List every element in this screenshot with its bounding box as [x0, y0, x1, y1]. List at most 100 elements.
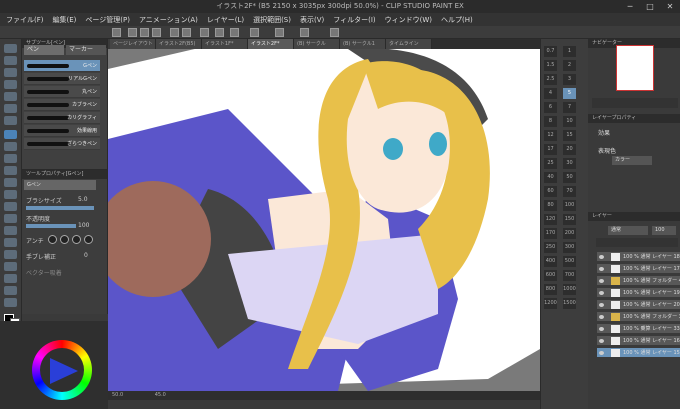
- selection-tool-icon[interactable]: [4, 92, 17, 101]
- brush-size-option[interactable]: 250: [544, 242, 557, 253]
- brush-item[interactable]: 効果線用: [24, 125, 100, 137]
- eye-icon[interactable]: [599, 291, 604, 295]
- airbrush-icon[interactable]: [4, 166, 17, 175]
- layer-row[interactable]: 100 % 通常 フォルダー 4: [597, 276, 680, 286]
- brush-size-option[interactable]: 1000: [563, 284, 576, 295]
- menu-selection[interactable]: 選択範囲(S): [253, 15, 291, 25]
- tab-illust-2f[interactable]: イラスト2F*: [248, 39, 294, 49]
- color-triangle[interactable]: [48, 356, 80, 386]
- vector-snap-label[interactable]: ベクター吸着: [26, 268, 62, 277]
- layer-row[interactable]: 100 % 乗算 レイヤー 33: [597, 324, 680, 334]
- brush-size-option[interactable]: 4: [544, 88, 557, 99]
- brush-size-option[interactable]: 70: [563, 186, 576, 197]
- brush-size-option[interactable]: 800: [544, 284, 557, 295]
- brush-size-option[interactable]: 80: [544, 200, 557, 211]
- expression-color-select[interactable]: カラー: [612, 156, 652, 165]
- brush-item[interactable]: 丸ペン: [24, 86, 100, 98]
- menu-animation[interactable]: アニメーション(A): [139, 15, 198, 25]
- deselect-icon[interactable]: [230, 28, 239, 37]
- tab-pen[interactable]: ペン: [24, 45, 64, 55]
- zoom-value[interactable]: 50.0: [112, 392, 123, 398]
- new-file-icon[interactable]: [128, 28, 137, 37]
- text-tool-icon[interactable]: [4, 274, 17, 283]
- brush-size-option[interactable]: 200: [563, 228, 576, 239]
- brush-size-option[interactable]: 3: [563, 74, 576, 85]
- layer-row[interactable]: 100 % 通常 レイヤー 20: [597, 300, 680, 310]
- menu-file[interactable]: ファイル(F): [6, 15, 44, 25]
- brush-size-option[interactable]: 25: [544, 158, 557, 169]
- eye-icon[interactable]: [599, 315, 604, 319]
- opacity-slider[interactable]: [26, 224, 76, 228]
- transform-icon[interactable]: [215, 28, 224, 37]
- antialias-weak-option[interactable]: [60, 235, 69, 244]
- brush-size-option[interactable]: 300: [563, 242, 576, 253]
- brush-size-option[interactable]: 6: [544, 102, 557, 113]
- brush-size-option[interactable]: 400: [544, 256, 557, 267]
- brush-size-option[interactable]: 10: [563, 116, 576, 127]
- brush-size-option[interactable]: 1.5: [544, 60, 557, 71]
- brush-size-slider[interactable]: [26, 206, 94, 210]
- opacity-value[interactable]: 100: [78, 222, 89, 229]
- save-icon[interactable]: [152, 28, 161, 37]
- decoration-icon[interactable]: [4, 178, 17, 187]
- layer-row[interactable]: 100 % 通常 レイヤー 17: [597, 264, 680, 274]
- ruler-tool-icon[interactable]: [4, 262, 17, 271]
- layer-row[interactable]: 100 % 通常 レイヤー 19: [597, 288, 680, 298]
- ruler-icon[interactable]: [275, 28, 284, 37]
- move-tool-icon[interactable]: [4, 56, 17, 65]
- menu-window[interactable]: ウィンドウ(W): [385, 15, 432, 25]
- brush-size-option[interactable]: 60: [544, 186, 557, 197]
- layer-row[interactable]: 100 % 通常 レイヤー 18: [597, 252, 680, 262]
- open-file-icon[interactable]: [140, 28, 149, 37]
- operation-tool-icon[interactable]: [4, 68, 17, 77]
- canvas-area[interactable]: [108, 49, 540, 391]
- brush-size-option[interactable]: 700: [563, 270, 576, 281]
- layer-row[interactable]: 100 % 通常 レイヤー 16: [597, 336, 680, 346]
- menu-layer[interactable]: レイヤー(L): [207, 15, 244, 25]
- brush-item[interactable]: リアルGペン: [24, 73, 100, 85]
- brush-size-option[interactable]: 20: [563, 144, 576, 155]
- settings-icon[interactable]: [300, 28, 309, 37]
- minimize-button[interactable]: ─: [620, 0, 640, 13]
- brush-size-option[interactable]: 1: [563, 46, 576, 57]
- help-icon[interactable]: [330, 28, 339, 37]
- brush-item[interactable]: カリグラフィ: [24, 112, 100, 124]
- brush-size-option[interactable]: 0.7: [544, 46, 557, 57]
- stabilization-value[interactable]: 0: [84, 252, 88, 259]
- layer-toolbar[interactable]: [596, 238, 678, 247]
- eye-icon[interactable]: [599, 255, 604, 259]
- brush-size-option[interactable]: 170: [544, 228, 557, 239]
- navigator-thumbnail[interactable]: [616, 45, 654, 91]
- eye-icon[interactable]: [599, 303, 604, 307]
- brush-tool-icon[interactable]: [4, 154, 17, 163]
- layer-row[interactable]: 100 % 通常 フォルダー 3: [597, 312, 680, 322]
- eraser-icon[interactable]: [4, 190, 17, 199]
- brush-size-option[interactable]: 12: [544, 130, 557, 141]
- navigator-controls[interactable]: [592, 98, 678, 108]
- menu-edit[interactable]: 編集(E): [53, 15, 77, 25]
- eye-icon[interactable]: [599, 279, 604, 283]
- rotation-value[interactable]: 45.0: [155, 392, 166, 398]
- auto-select-icon[interactable]: [4, 104, 17, 113]
- brush-size-option[interactable]: 17: [544, 144, 557, 155]
- eyedropper-icon[interactable]: [4, 116, 17, 125]
- blend-tool-icon[interactable]: [4, 202, 17, 211]
- brush-size-option[interactable]: 120: [544, 214, 557, 225]
- eye-icon[interactable]: [599, 351, 604, 355]
- menu-page[interactable]: ページ管理(P): [85, 15, 130, 25]
- gradient-icon[interactable]: [4, 226, 17, 235]
- brush-size-option[interactable]: 150: [563, 214, 576, 225]
- app-icon[interactable]: [112, 28, 121, 37]
- brush-size-option[interactable]: 600: [544, 270, 557, 281]
- zoom-tool-icon[interactable]: [4, 44, 17, 53]
- brush-item[interactable]: カブラペン: [24, 99, 100, 111]
- antialias-strong-option[interactable]: [84, 235, 93, 244]
- brush-size-option[interactable]: 5: [563, 88, 576, 99]
- tab-circle-1[interactable]: (B) サークル1: [340, 39, 386, 49]
- blend-mode-select[interactable]: 通常: [608, 226, 648, 235]
- snap-icon[interactable]: [250, 28, 259, 37]
- layer-opacity-value[interactable]: 100: [652, 226, 676, 235]
- layer-row[interactable]: 100 % 通常 レイヤー 15: [597, 348, 680, 358]
- undo-icon[interactable]: [170, 28, 179, 37]
- clear-icon[interactable]: [200, 28, 209, 37]
